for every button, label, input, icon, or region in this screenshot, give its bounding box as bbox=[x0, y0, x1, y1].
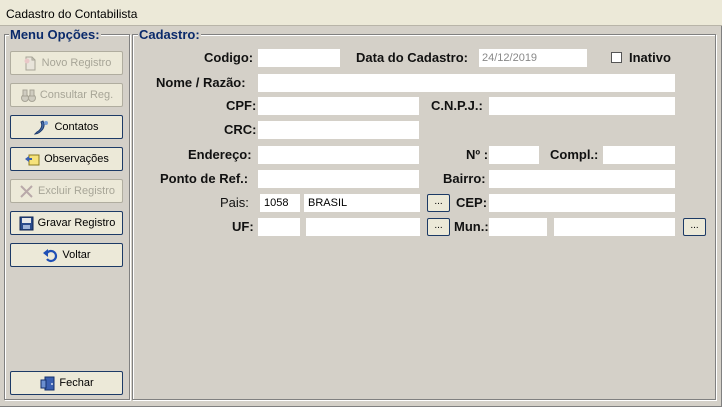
cpf-label: CPF: bbox=[226, 98, 257, 113]
cadastro-contabilista-window: Cadastro do Contabilista Menu Opções: No… bbox=[0, 0, 722, 407]
close-label: Fechar bbox=[59, 377, 94, 389]
crc-label: CRC: bbox=[224, 122, 257, 137]
contacts-button[interactable]: Contatos bbox=[10, 115, 123, 139]
cep-label: CEP: bbox=[456, 195, 488, 210]
compl-input[interactable] bbox=[603, 146, 675, 164]
new-record-button[interactable]: Novo Registro bbox=[10, 51, 123, 75]
contacts-label: Contatos bbox=[54, 121, 99, 133]
new-record-label: Novo Registro bbox=[41, 57, 112, 69]
back-button[interactable]: Voltar bbox=[10, 243, 123, 267]
endereco-input[interactable] bbox=[258, 146, 419, 164]
observations-label: Observações bbox=[44, 153, 109, 165]
window-title: Cadastro do Contabilista bbox=[6, 7, 138, 21]
uf-name-input[interactable] bbox=[306, 218, 420, 236]
new-document-icon bbox=[22, 55, 39, 72]
exit-door-icon bbox=[39, 375, 56, 392]
cnpj-input[interactable] bbox=[489, 97, 675, 115]
mun-name-input[interactable] bbox=[554, 218, 675, 236]
endereco-label: Endereço: bbox=[188, 147, 252, 162]
cadastro-legend: Cadastro: bbox=[138, 27, 201, 42]
bairro-input[interactable] bbox=[489, 170, 675, 188]
pais-lookup-button[interactable]: ... bbox=[427, 194, 450, 212]
nome-razao-input[interactable] bbox=[258, 74, 675, 92]
observations-button[interactable]: Observações bbox=[10, 147, 123, 171]
title-bar[interactable]: Cadastro do Contabilista bbox=[0, 0, 722, 26]
numero-label: Nº : bbox=[466, 147, 489, 162]
back-label: Voltar bbox=[62, 249, 91, 261]
bairro-label: Bairro: bbox=[443, 171, 486, 186]
codigo-label: Codigo: bbox=[204, 50, 254, 65]
ponto-ref-input[interactable] bbox=[258, 170, 419, 188]
inativo-checkbox[interactable] bbox=[611, 52, 622, 63]
phone-icon bbox=[34, 119, 51, 136]
mun-label: Mun.: bbox=[454, 219, 489, 234]
numero-input[interactable] bbox=[489, 146, 539, 164]
notes-icon bbox=[24, 151, 41, 168]
cpf-input[interactable] bbox=[258, 97, 419, 115]
uf-input[interactable] bbox=[258, 218, 300, 236]
undo-arrow-icon bbox=[42, 247, 59, 264]
data-cadastro-input[interactable]: 24/12/2019 bbox=[479, 49, 587, 67]
delete-x-icon bbox=[18, 183, 35, 200]
save-disk-icon bbox=[18, 215, 35, 232]
pais-name-input[interactable]: BRASIL bbox=[304, 194, 420, 212]
inativo-label: Inativo bbox=[629, 50, 671, 65]
mun-code-input[interactable] bbox=[489, 218, 547, 236]
save-record-label: Gravar Registro bbox=[37, 217, 116, 229]
delete-record-button[interactable]: Excluir Registro bbox=[10, 179, 123, 203]
ponto-ref-label: Ponto de Ref.: bbox=[160, 171, 249, 186]
save-record-button[interactable]: Gravar Registro bbox=[10, 211, 123, 235]
codigo-input[interactable] bbox=[258, 49, 340, 67]
pais-label: Pais: bbox=[220, 195, 249, 210]
uf-label: UF: bbox=[232, 219, 254, 234]
mun-lookup-button[interactable]: ... bbox=[683, 218, 706, 236]
uf-lookup-button[interactable]: ... bbox=[427, 218, 450, 236]
pais-code-input[interactable]: 1058 bbox=[260, 194, 300, 212]
cnpj-label: C.N.P.J.: bbox=[431, 98, 483, 113]
menu-options-legend: Menu Opções: bbox=[9, 27, 101, 42]
compl-label: Compl.: bbox=[550, 147, 599, 162]
crc-input[interactable] bbox=[258, 121, 419, 139]
delete-record-label: Excluir Registro bbox=[37, 185, 116, 197]
consult-record-button[interactable]: Consultar Reg. bbox=[10, 83, 123, 107]
cep-input[interactable] bbox=[489, 194, 675, 212]
data-cadastro-label: Data do Cadastro: bbox=[356, 50, 468, 65]
nome-razao-label: Nome / Razão: bbox=[156, 75, 246, 90]
close-button[interactable]: Fechar bbox=[10, 371, 123, 395]
binoculars-icon bbox=[20, 87, 37, 104]
consult-record-label: Consultar Reg. bbox=[39, 89, 114, 101]
